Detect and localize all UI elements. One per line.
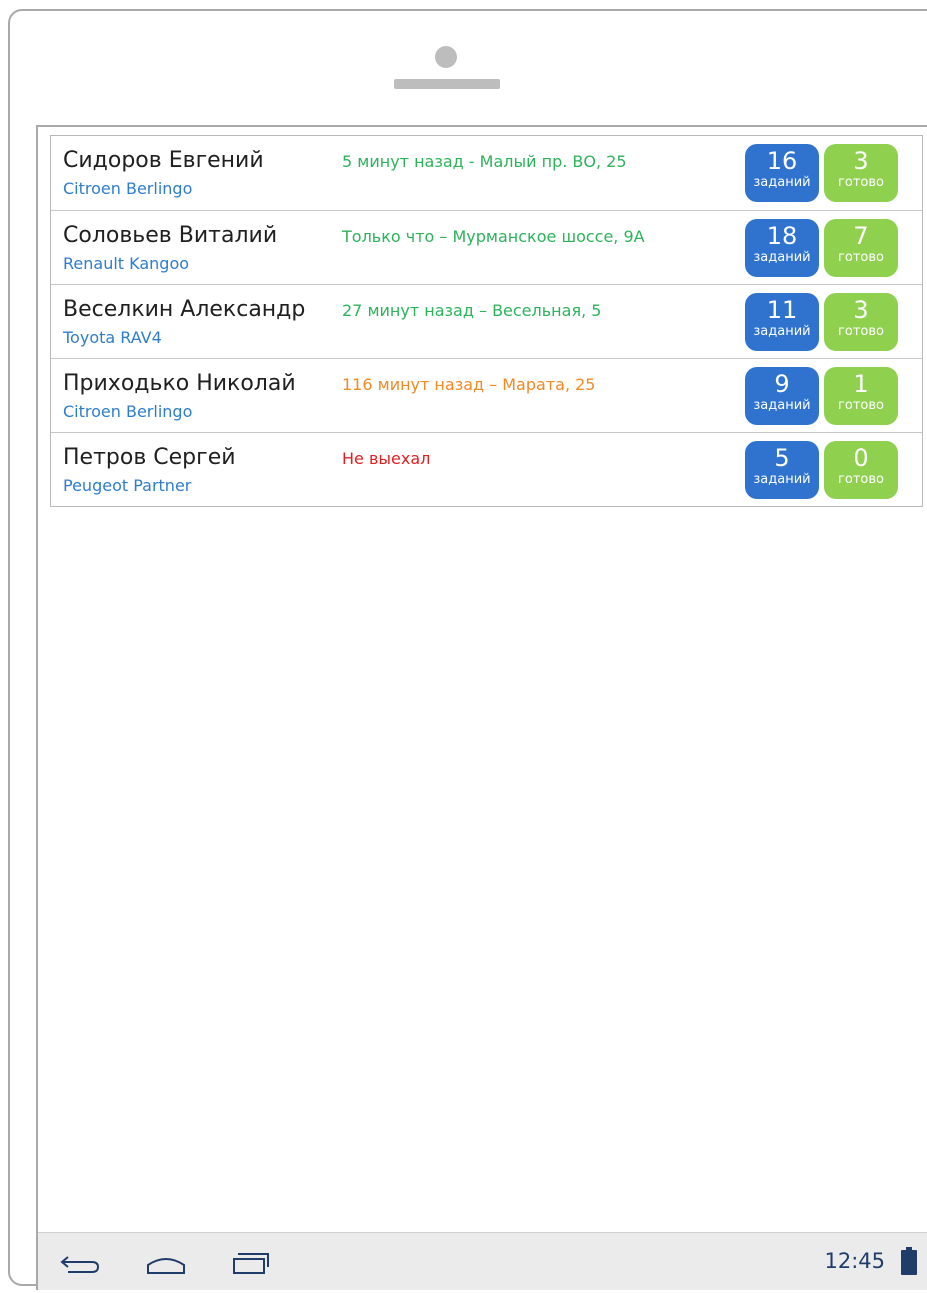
done-count-badge[interactable]: 0 готово	[824, 441, 898, 499]
driver-name: Соловьев Виталий	[63, 223, 278, 248]
done-count-badge[interactable]: 1 готово	[824, 367, 898, 425]
driver-status: 116 минут назад – Марата, 25	[342, 375, 596, 394]
driver-name: Веселкин Александр	[63, 297, 306, 322]
done-count: 1	[853, 370, 869, 398]
tasks-count-badge[interactable]: 11 заданий	[745, 293, 819, 351]
tasks-label: заданий	[753, 250, 811, 265]
system-navigation-bar: 12:45	[38, 1232, 927, 1290]
done-count-badge[interactable]: 3 готово	[824, 144, 898, 202]
tasks-label: заданий	[753, 398, 811, 413]
driver-status: 27 минут назад – Весельная, 5	[342, 301, 602, 320]
tasks-count: 18	[766, 222, 798, 250]
car-model: Citroen Berlingo	[63, 179, 193, 198]
driver-row[interactable]: Веселкин Александр Toyota RAV4 27 минут …	[51, 284, 922, 358]
car-model: Renault Kangoo	[63, 254, 190, 273]
tasks-count-badge[interactable]: 9 заданий	[745, 367, 819, 425]
done-label: готово	[838, 472, 884, 487]
done-label: готово	[838, 250, 884, 265]
driver-row[interactable]: Петров Сергей Peugeot Partner Не выехал …	[51, 432, 922, 506]
driver-list: Сидоров Евгений Citroen Berlingo 5 минут…	[50, 135, 923, 507]
done-count-badge[interactable]: 7 готово	[824, 219, 898, 277]
back-icon[interactable]	[60, 1247, 104, 1277]
speaker-grille	[394, 79, 500, 89]
clock: 12:45	[824, 1249, 885, 1273]
driver-row[interactable]: Сидоров Евгений Citroen Berlingo 5 минут…	[51, 136, 922, 210]
done-count: 3	[853, 147, 869, 175]
driver-status: Не выехал	[342, 449, 431, 468]
tasks-count: 16	[766, 147, 798, 175]
done-label: готово	[838, 175, 884, 190]
screen: Сидоров Евгений Citroen Berlingo 5 минут…	[36, 125, 927, 1290]
tasks-count-badge[interactable]: 5 заданий	[745, 441, 819, 499]
driver-name: Петров Сергей	[63, 445, 236, 470]
camera-icon	[435, 46, 457, 68]
car-model: Peugeot Partner	[63, 476, 192, 495]
done-label: готово	[838, 398, 884, 413]
tasks-count: 11	[766, 296, 798, 324]
tablet-frame: Сидоров Евгений Citroen Berlingo 5 минут…	[8, 9, 927, 1290]
driver-name: Сидоров Евгений	[63, 148, 264, 173]
driver-status: 5 минут назад - Малый пр. ВО, 25	[342, 152, 627, 171]
home-icon[interactable]	[144, 1247, 188, 1277]
driver-row[interactable]: Приходько Николай Citroen Berlingo 116 м…	[51, 358, 922, 432]
tasks-count: 5	[774, 444, 790, 472]
tasks-count-badge[interactable]: 16 заданий	[745, 144, 819, 202]
driver-name: Приходько Николай	[63, 371, 296, 396]
done-count-badge[interactable]: 3 готово	[824, 293, 898, 351]
done-label: готово	[838, 324, 884, 339]
battery-icon	[901, 1247, 917, 1275]
driver-row[interactable]: Соловьев Виталий Renault Kangoo Только ч…	[51, 210, 922, 284]
recent-apps-icon[interactable]	[230, 1247, 274, 1277]
done-count: 0	[853, 444, 869, 472]
done-count: 3	[853, 296, 869, 324]
tasks-label: заданий	[753, 472, 811, 487]
tasks-count-badge[interactable]: 18 заданий	[745, 219, 819, 277]
driver-status: Только что – Мурманское шоссе, 9А	[342, 227, 645, 246]
car-model: Citroen Berlingo	[63, 402, 193, 421]
tasks-count: 9	[774, 370, 790, 398]
done-count: 7	[853, 222, 869, 250]
car-model: Toyota RAV4	[63, 328, 162, 347]
tasks-label: заданий	[753, 324, 811, 339]
tasks-label: заданий	[753, 175, 811, 190]
